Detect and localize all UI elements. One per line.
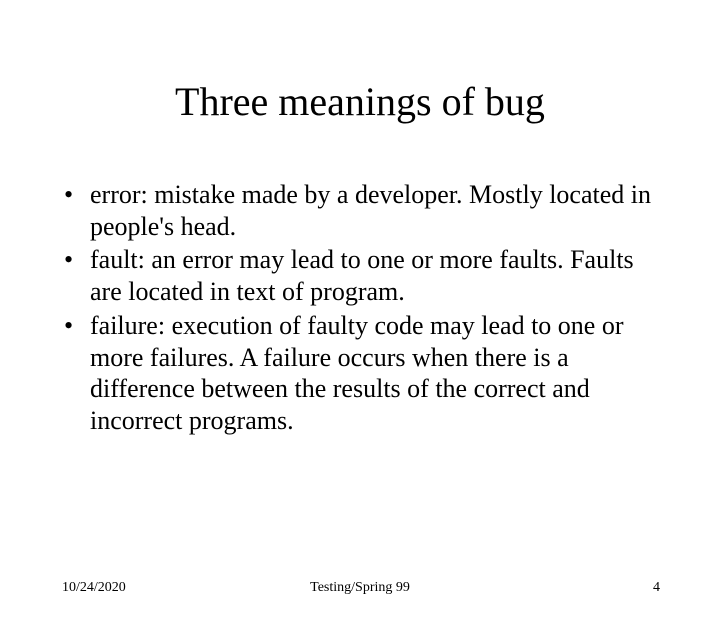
footer-date: 10/24/2020 xyxy=(62,580,126,596)
footer: 10/24/2020 Testing/Spring 99 4 xyxy=(0,580,720,596)
footer-center: Testing/Spring 99 xyxy=(310,580,410,596)
list-item: failure: execution of faulty code may le… xyxy=(62,310,660,437)
footer-page-number: 4 xyxy=(653,580,660,596)
list-item: error: mistake made by a developer. Most… xyxy=(62,179,660,242)
list-item: fault: an error may lead to one or more … xyxy=(62,244,660,307)
bullet-list: error: mistake made by a developer. Most… xyxy=(62,179,660,437)
slide: Three meanings of bug error: mistake mad… xyxy=(0,78,720,618)
slide-title: Three meanings of bug xyxy=(0,78,720,125)
